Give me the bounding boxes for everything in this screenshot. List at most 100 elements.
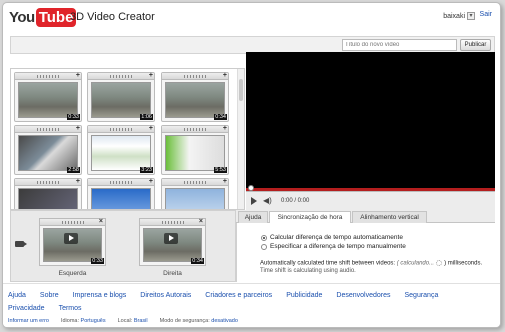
- video-thumbnail: [18, 135, 78, 171]
- plus-icon[interactable]: +: [76, 178, 80, 185]
- slot-bar: ×: [40, 218, 105, 226]
- drag-handle-icon[interactable]: [110, 128, 134, 131]
- video-thumbnail: [91, 188, 151, 209]
- time-sync-panel: Calcular diferença de tempo automaticame…: [236, 223, 495, 282]
- drag-handle-icon[interactable]: [37, 128, 61, 131]
- plus-icon[interactable]: +: [76, 72, 80, 79]
- library-tile[interactable]: + 0:34: [161, 72, 229, 122]
- drag-handle-icon[interactable]: [37, 75, 61, 78]
- close-icon[interactable]: ×: [99, 218, 103, 225]
- footer-link-advertising[interactable]: Publicidade: [286, 292, 322, 299]
- library-tile[interactable]: + 2:58: [14, 125, 82, 175]
- signout-link[interactable]: Sair: [480, 11, 492, 18]
- slot-bar: ×: [140, 218, 205, 226]
- camera-icon: [15, 241, 27, 247]
- video-thumbnail: [165, 135, 225, 171]
- play-icon[interactable]: [64, 233, 78, 244]
- publish-button[interactable]: Publicar: [460, 39, 491, 51]
- footer-link-privacy[interactable]: Privacidade: [8, 305, 45, 312]
- user-menu[interactable]: baixaki ▾: [443, 12, 475, 20]
- drag-handle-icon[interactable]: [62, 221, 86, 224]
- plus-icon[interactable]: +: [149, 178, 153, 185]
- duration-badge: 1:06: [140, 114, 153, 120]
- play-icon[interactable]: [251, 197, 257, 205]
- right-video-slot[interactable]: × 0:34: [139, 218, 206, 266]
- footer-link-help[interactable]: Ajuda: [8, 292, 26, 299]
- auto-sync-option[interactable]: Calcular diferença de tempo automaticame…: [261, 234, 403, 241]
- video-thumbnail: [91, 135, 151, 171]
- video-thumbnail: [165, 82, 225, 118]
- app-title: 3D Video Creator: [70, 11, 155, 23]
- language-link[interactable]: Português: [81, 318, 106, 324]
- auto-sync-label: Calcular diferença de tempo automaticame…: [270, 234, 403, 241]
- library-scrollbar[interactable]: [237, 69, 244, 209]
- library-tile[interactable]: + 5:53: [161, 125, 229, 175]
- radio-manual[interactable]: [261, 243, 267, 250]
- library-tile[interactable]: +: [14, 178, 82, 209]
- library-tile[interactable]: +: [87, 178, 155, 209]
- manual-sync-option[interactable]: Especificar a diferença de tempo manualm…: [261, 243, 406, 250]
- duration-badge: 0:34: [191, 258, 204, 264]
- library-tile[interactable]: + 0:33: [14, 72, 82, 122]
- seek-handle[interactable]: [248, 185, 254, 191]
- tab-help[interactable]: Ajuda: [238, 211, 268, 223]
- footer-link-terms[interactable]: Termos: [59, 305, 82, 312]
- library-tile[interactable]: + 1:06: [87, 72, 155, 122]
- video-thumbnail: [165, 188, 225, 209]
- time-shift-text: Automatically calculated time shift betw…: [260, 260, 396, 267]
- footer-link-press[interactable]: Imprensa e blogs: [73, 292, 127, 299]
- tile-bar: +: [88, 125, 154, 133]
- duration-badge: 2:58: [67, 167, 80, 173]
- milliseconds-text: ) milliseconds.: [444, 260, 483, 267]
- drag-handle-icon[interactable]: [184, 181, 208, 184]
- safety-link[interactable]: desativado: [211, 318, 238, 324]
- time-shift-note: Time shift is calculating using audio.: [260, 268, 356, 274]
- logo-you-text: You: [9, 8, 35, 26]
- report-error-link[interactable]: Informar um erro: [8, 318, 49, 324]
- plus-icon[interactable]: +: [223, 125, 227, 132]
- language-label: Idioma:: [60, 318, 80, 324]
- left-slot-label: Esquerda: [58, 270, 87, 277]
- plus-icon[interactable]: +: [223, 178, 227, 185]
- chevron-down-icon[interactable]: ▾: [467, 12, 475, 20]
- header: You Tube 3D Video Creator baixaki ▾ Sair: [3, 3, 500, 33]
- volume-icon[interactable]: ◀): [263, 196, 272, 205]
- plus-icon[interactable]: +: [76, 125, 80, 132]
- drag-handle-icon[interactable]: [162, 221, 186, 224]
- plus-icon[interactable]: +: [223, 72, 227, 79]
- youtube-logo[interactable]: You Tube: [9, 7, 77, 27]
- drag-handle-icon[interactable]: [37, 181, 61, 184]
- footer-link-safety[interactable]: Segurança: [404, 292, 438, 299]
- radio-auto[interactable]: [261, 234, 267, 241]
- footer-links: Ajuda Sobre Imprensa e blogs Direitos Au…: [8, 292, 488, 312]
- tab-vertical-alignment[interactable]: Alinhamento vertical: [352, 211, 427, 223]
- video-title-input[interactable]: [342, 39, 457, 51]
- location-link[interactable]: Brasil: [134, 318, 148, 324]
- duration-badge: 0:34: [214, 114, 227, 120]
- video-player[interactable]: ◀) 0:00 / 0:00: [246, 52, 495, 210]
- footer-link-creators[interactable]: Criadores e parceiros: [205, 292, 272, 299]
- footer-link-copyright[interactable]: Direitos Autorais: [140, 292, 191, 299]
- duration-badge: 5:53: [214, 167, 227, 173]
- drag-handle-icon[interactable]: [184, 75, 208, 78]
- location-setting: Local: Brasil: [118, 318, 148, 324]
- library-tile[interactable]: + 3:23: [87, 125, 155, 175]
- time-display: 0:00 / 0:00: [281, 198, 310, 204]
- footer-link-about[interactable]: Sobre: [40, 292, 59, 299]
- play-icon[interactable]: [164, 233, 178, 244]
- drag-handle-icon[interactable]: [110, 75, 134, 78]
- drag-handle-icon[interactable]: [110, 181, 134, 184]
- spinner-icon: [436, 260, 443, 266]
- stereo-timeline: × 0:33 Esquerda × 0:34 Direita: [10, 210, 236, 282]
- scrollbar-thumb[interactable]: [239, 79, 243, 101]
- duration-badge: 3:23: [140, 167, 153, 173]
- footer-link-developers[interactable]: Desenvolvedores: [336, 292, 390, 299]
- plus-icon[interactable]: +: [149, 72, 153, 79]
- plus-icon[interactable]: +: [149, 125, 153, 132]
- drag-handle-icon[interactable]: [184, 128, 208, 131]
- library-tile[interactable]: +: [161, 178, 229, 209]
- left-video-slot[interactable]: × 0:33: [39, 218, 106, 266]
- video-thumbnail: [18, 188, 78, 209]
- app-window: You Tube 3D Video Creator baixaki ▾ Sair…: [2, 2, 501, 328]
- close-icon[interactable]: ×: [199, 218, 203, 225]
